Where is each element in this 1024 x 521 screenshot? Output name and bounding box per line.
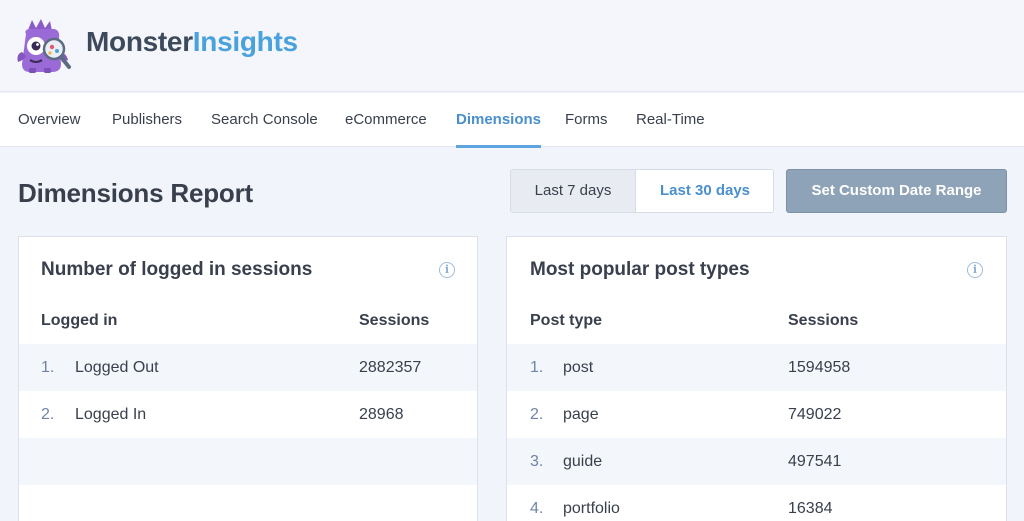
row-value: 16384	[788, 500, 833, 517]
row-value: 28968	[359, 406, 404, 423]
monster-mascot-icon	[17, 19, 71, 73]
page-title: Dimensions Report	[18, 178, 253, 208]
row-label: portfolio	[563, 500, 620, 517]
tab-overview[interactable]: Overview	[18, 93, 81, 147]
tab-dimensions[interactable]: Dimensions	[456, 93, 542, 148]
column-header-post-type: Post type	[530, 312, 603, 329]
column-header-sessions: Sessions	[359, 312, 430, 329]
top-header: MonsterInsights	[0, 0, 1024, 92]
table-row: 1. post 1594958	[507, 344, 1006, 391]
column-header-logged-in: Logged in	[41, 312, 118, 329]
last-7-days-button[interactable]: Last 7 days	[511, 170, 636, 212]
row-index: 2.	[530, 406, 544, 423]
table-row: 3. guide 497541	[507, 438, 1006, 485]
row-index: 3.	[530, 453, 544, 470]
table-row: 2. Logged In 28968	[19, 391, 477, 438]
row-index: 1.	[530, 359, 544, 376]
row-value: 2882357	[359, 359, 422, 376]
custom-date-range-button[interactable]: Set Custom Date Range	[786, 169, 1007, 213]
tab-forms[interactable]: Forms	[565, 93, 608, 147]
row-index: 4.	[530, 500, 544, 517]
brand-logo: MonsterInsights	[86, 26, 298, 58]
row-value: 1594958	[788, 359, 851, 376]
popular-post-types-card: Most popular post types i Post type Sess…	[506, 236, 1007, 521]
info-icon[interactable]: i	[439, 262, 455, 278]
row-label: Logged In	[75, 406, 147, 423]
card-title: Number of logged in sessions	[41, 259, 313, 280]
tab-search-console[interactable]: Search Console	[211, 93, 318, 147]
row-value: 497541	[788, 453, 842, 470]
row-label: post	[563, 359, 594, 376]
brand-name-part1: Monster	[86, 26, 193, 57]
table-row: 2. page 749022	[507, 391, 1006, 438]
row-value: 749022	[788, 406, 842, 423]
tab-publishers[interactable]: Publishers	[112, 93, 182, 147]
row-index: 1.	[41, 359, 55, 376]
table-row-empty	[19, 438, 477, 485]
row-label: Logged Out	[75, 359, 159, 376]
tab-real-time[interactable]: Real-Time	[636, 93, 705, 147]
column-header-sessions: Sessions	[788, 312, 859, 329]
last-30-days-button[interactable]: Last 30 days	[637, 170, 773, 212]
date-range-toggle: Last 7 days Last 30 days	[510, 169, 774, 213]
table-row: 1. Logged Out 2882357	[19, 344, 477, 391]
info-icon[interactable]: i	[967, 262, 983, 278]
table-row: 4. portfolio 16384	[507, 485, 1006, 521]
row-index: 2.	[41, 406, 55, 423]
row-label: page	[563, 406, 599, 423]
card-title: Most popular post types	[530, 259, 750, 280]
report-tabs: Overview Publishers Search Console eComm…	[0, 93, 1024, 148]
logged-in-sessions-card: Number of logged in sessions i Logged in…	[18, 236, 478, 521]
tab-ecommerce[interactable]: eCommerce	[345, 93, 427, 147]
brand-name-part2: Insights	[192, 26, 298, 57]
row-label: guide	[563, 453, 603, 470]
